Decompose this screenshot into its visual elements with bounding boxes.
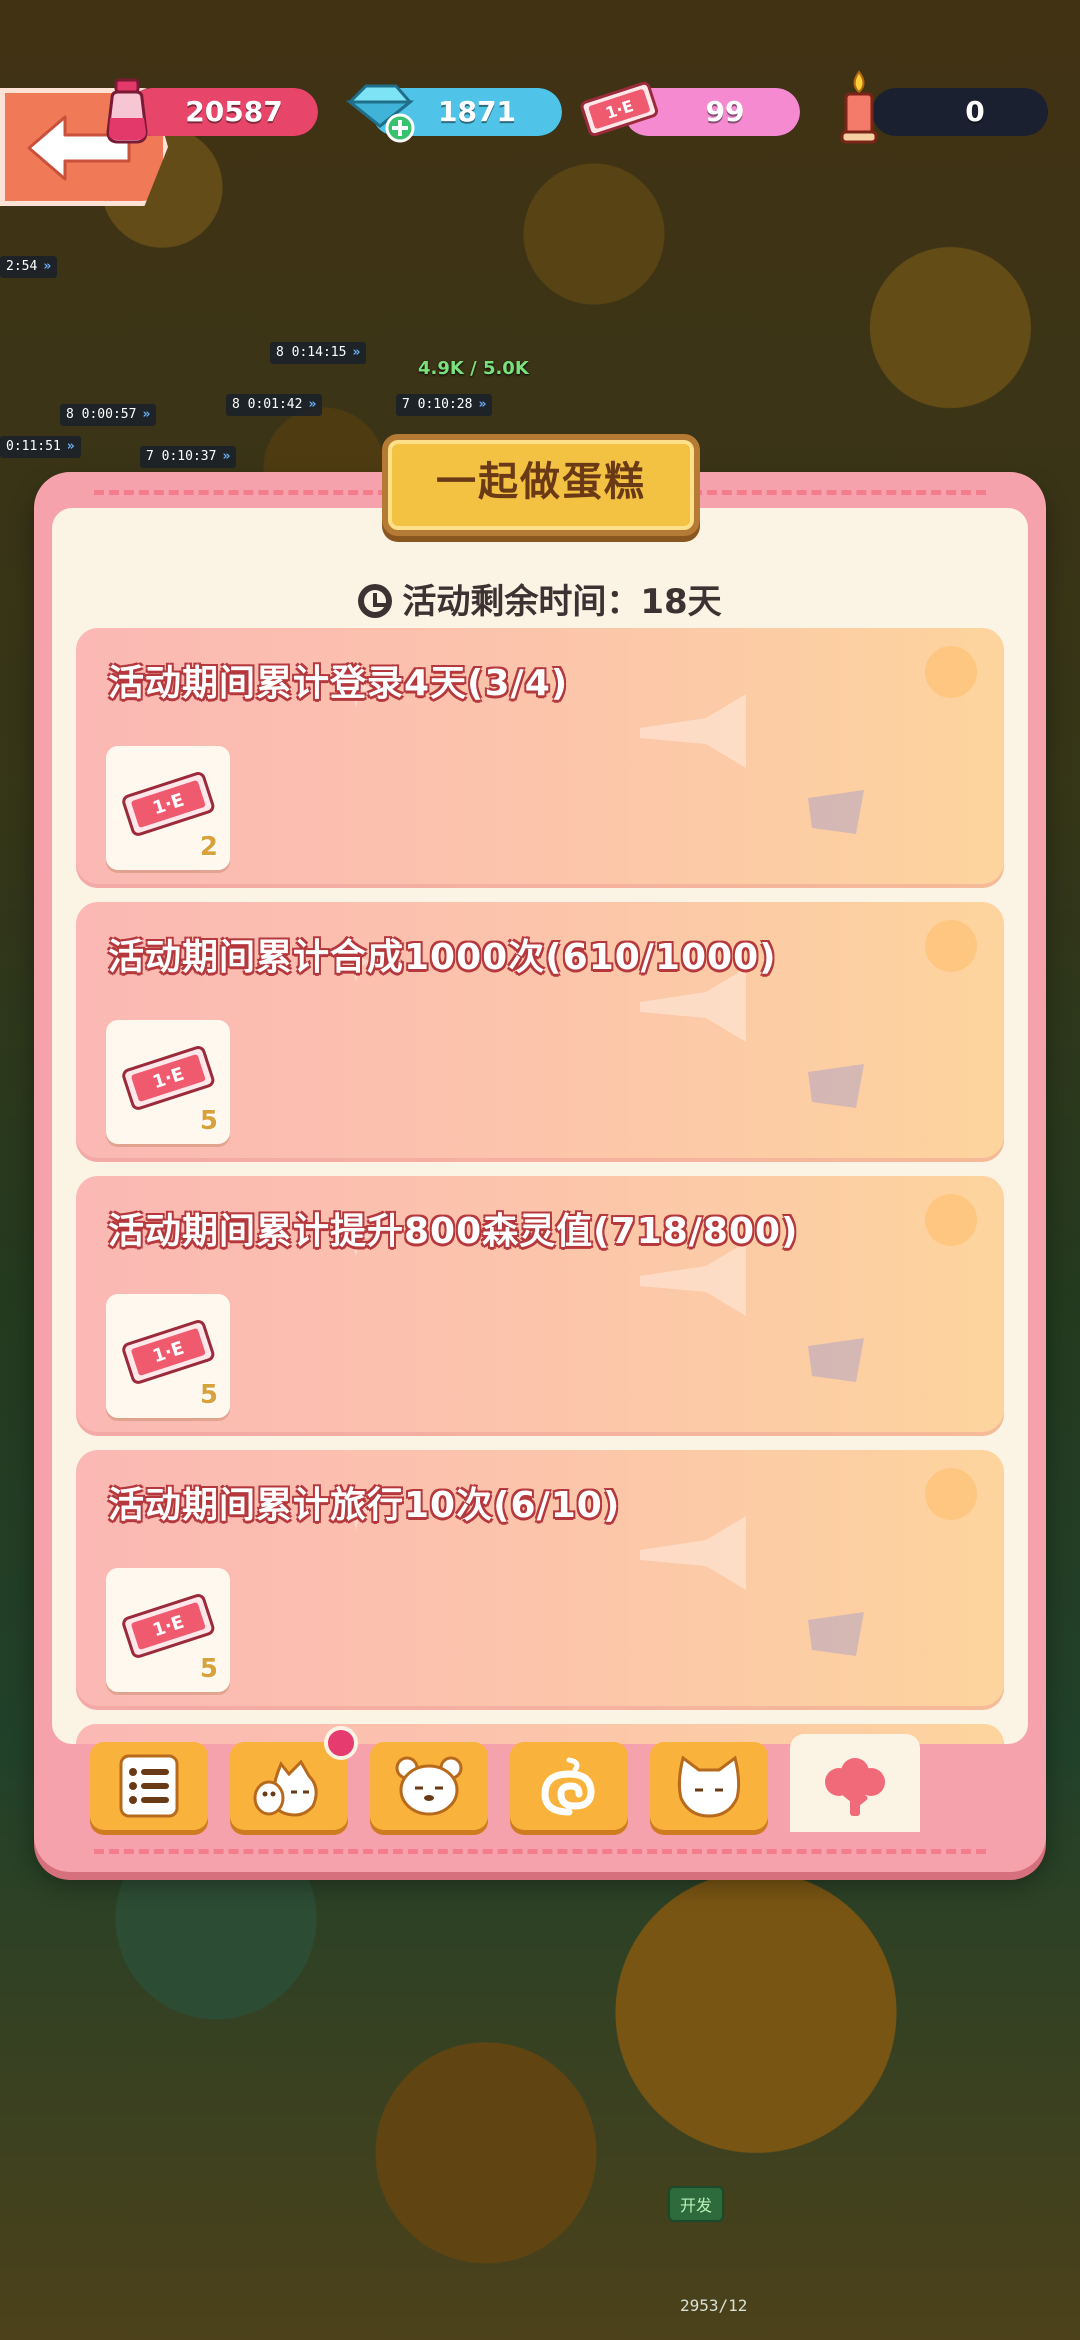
tab-swirl[interactable] <box>510 1742 628 1830</box>
notification-badge <box>324 1726 358 1760</box>
ink-resource: 20587 <box>128 88 318 136</box>
task-card: 活动期间累计提升800森灵值(718/800) 1·E 5 <box>76 1176 1004 1436</box>
tab-bar <box>90 1726 990 1832</box>
ticket-icon: 1·E <box>122 1320 215 1384</box>
task-title: 活动期间累计合成1000次(610/1000) <box>108 937 777 978</box>
flag-decor-icon <box>808 1338 864 1382</box>
ink-bottle-icon <box>106 78 148 144</box>
task-card: 活动期间累计旅行10次(6/10) 1·E 5 <box>76 1450 1004 1710</box>
gem-icon[interactable] <box>344 80 418 144</box>
building-timer: 8 0:00:57» <box>60 404 157 426</box>
flag-decor-icon <box>808 1064 864 1108</box>
tab-task-list[interactable] <box>90 1742 208 1830</box>
building-timer: 7 0:10:37» <box>140 446 237 468</box>
building-timer: 0:11:51» <box>0 436 81 458</box>
tab-cat-chick[interactable] <box>230 1726 358 1830</box>
balloon-decor-icon <box>925 1194 977 1246</box>
reward-count: 5 <box>199 1106 218 1136</box>
task-card: 活动期间累计登录4天(3/4) 1·E 2 <box>76 628 1004 888</box>
clock-icon <box>358 584 393 618</box>
ticket-icon: 1·E <box>122 1046 215 1110</box>
event-title-plate: 一起做蛋糕 <box>382 434 700 536</box>
cat-icon <box>677 1755 741 1818</box>
event-panel: 活动剩余时间：18天 活动期间累计登录4天(3/4) 1·E 2 活动期间累计合… <box>34 472 1046 1872</box>
panel-dash-divider <box>94 1849 986 1854</box>
cat-chick-icon <box>253 1759 318 1817</box>
reward-slot[interactable]: 1·E 5 <box>106 1294 230 1418</box>
reward-count: 5 <box>199 1380 218 1410</box>
task-title: 活动期间累计登录4天(3/4) <box>108 663 569 704</box>
ticket-icon: 1·E <box>122 772 215 836</box>
event-content: 活动剩余时间：18天 活动期间累计登录4天(3/4) 1·E 2 活动期间累计合… <box>52 508 1028 1744</box>
ticket-icon: 1·E <box>580 81 659 137</box>
task-card: 活动期间累计合成1000次(610/1000) 1·E 5 <box>76 902 1004 1162</box>
candle-resource: 0 <box>872 88 1048 136</box>
building-timer: 7 0:10:28» <box>396 394 493 416</box>
production-counter: 4.9K / 5.0K <box>418 358 529 379</box>
task-title: 活动期间累计旅行10次(6/10) <box>108 1485 621 1526</box>
reward-slot[interactable]: 1·E 2 <box>106 746 230 870</box>
balloon-decor-icon <box>925 1468 977 1520</box>
develop-sign[interactable]: 开发 <box>668 2186 725 2222</box>
time-remaining-text: 活动剩余时间：18天 <box>402 582 722 622</box>
ticket-icon: 1·E <box>122 1594 215 1658</box>
balloon-decor-icon <box>925 920 977 972</box>
tab-tree[interactable] <box>790 1734 920 1832</box>
building-timer: 8 0:14:15» <box>270 342 367 364</box>
flag-decor-icon <box>808 1612 864 1656</box>
reward-slot[interactable]: 1·E 5 <box>106 1568 230 1692</box>
swirl-icon <box>541 1757 595 1816</box>
tree-icon <box>825 1758 885 1816</box>
tab-cat[interactable] <box>650 1742 768 1830</box>
balloon-decor-icon <box>925 646 977 698</box>
bear-icon <box>395 1756 463 1816</box>
building-timer: 8 0:01:42» <box>226 394 323 416</box>
trumpet-decor-icon <box>640 1516 746 1590</box>
list-icon <box>119 1754 179 1818</box>
building-timer: 2:54» <box>0 256 58 278</box>
event-title: 一起做蛋糕 <box>436 459 646 505</box>
reward-count: 5 <box>199 1654 218 1684</box>
tab-bear[interactable] <box>370 1742 488 1830</box>
reward-count: 2 <box>199 832 218 862</box>
event-time-remaining: 活动剩余时间：18天 <box>52 574 1028 623</box>
trumpet-decor-icon <box>640 694 746 768</box>
reward-slot[interactable]: 1·E 5 <box>106 1020 230 1144</box>
task-title: 活动期间累计提升800森灵值(718/800) <box>108 1211 799 1252</box>
bottom-building-label: 2953/12 <box>680 2296 748 2315</box>
candle-icon <box>840 70 878 144</box>
flag-decor-icon <box>808 790 864 834</box>
